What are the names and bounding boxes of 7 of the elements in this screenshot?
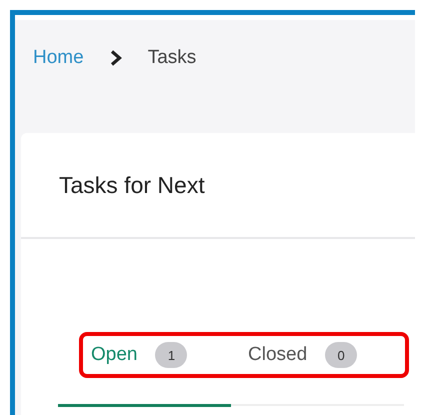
breadcrumb-current: Tasks [148, 46, 196, 68]
tab[interactable]: Open 1 [91, 342, 248, 368]
count-badge: 1 [155, 342, 188, 368]
count-badge: 0 [325, 342, 358, 368]
chevron-right-icon [110, 50, 122, 66]
card-title: Tasks for Next [59, 172, 205, 198]
tab[interactable]: Closed 0 [248, 342, 405, 368]
